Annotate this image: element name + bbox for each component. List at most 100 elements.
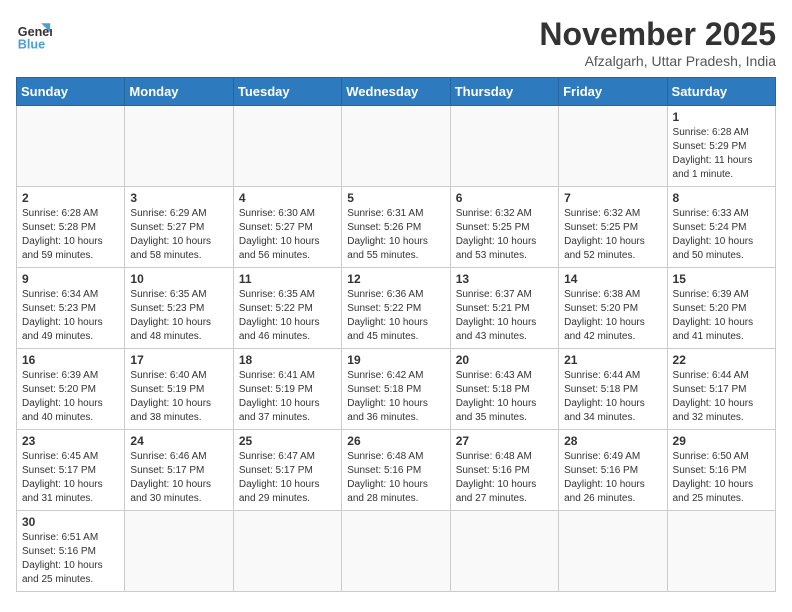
day-info: Sunrise: 6:44 AM Sunset: 5:18 PM Dayligh… xyxy=(564,369,661,425)
calendar-day-cell: 20Sunrise: 6:43 AM Sunset: 5:18 PM Dayli… xyxy=(450,349,558,430)
day-of-week-header: Friday xyxy=(559,78,667,106)
calendar-day-cell: 14 Sunrise: 6:38 AM Sunset: 5:20 PM Dayli… xyxy=(559,268,667,349)
day-info: Sunrise: 6:42 AM Sunset: 5:18 PM Dayligh… xyxy=(347,369,444,425)
calendar-day-cell: 18 Sunrise: 6:41 AM Sunset: 5:19 PM Dayli… xyxy=(233,349,341,430)
calendar-week-row: 1Sunrise: 6:28 AM Sunset: 5:29 PM Daylig… xyxy=(17,106,776,187)
day-info: Sunrise: 6:41 AM Sunset: 5:19 PM Dayligh… xyxy=(239,369,336,425)
day-info: Sunrise: 6:47 AM Sunset: 5:17 PM Dayligh… xyxy=(239,450,336,506)
calendar-week-row: 2 Sunrise: 6:28 AM Sunset: 5:28 PM Daylig… xyxy=(17,187,776,268)
day-info: Sunrise: 6:48 AM Sunset: 5:16 PM Dayligh… xyxy=(456,450,553,506)
day-number: 26 xyxy=(347,434,444,448)
day-info: Sunrise: 6:39 AM Sunset: 5:20 PM Dayligh… xyxy=(673,288,770,344)
day-number: 15 xyxy=(673,272,770,286)
day-info: Sunrise: 6:38 AM Sunset: 5:20 PM Dayligh… xyxy=(564,288,661,344)
calendar-header-row: SundayMondayTuesdayWednesdayThursdayFrid… xyxy=(17,78,776,106)
day-number: 11 xyxy=(239,272,336,286)
calendar-day-cell: 6 Sunrise: 6:32 AM Sunset: 5:25 PM Daylig… xyxy=(450,187,558,268)
day-number: 25 xyxy=(239,434,336,448)
calendar-week-row: 16 Sunrise: 6:39 AM Sunset: 5:20 PM Dayli… xyxy=(17,349,776,430)
calendar-day-cell: 13Sunrise: 6:37 AM Sunset: 5:21 PM Dayli… xyxy=(450,268,558,349)
day-info: Sunrise: 6:39 AM Sunset: 5:20 PM Dayligh… xyxy=(22,369,119,425)
day-number: 7 xyxy=(564,191,661,205)
calendar-day-cell: 1Sunrise: 6:28 AM Sunset: 5:29 PM Daylig… xyxy=(667,106,775,187)
calendar-day-cell: 12Sunrise: 6:36 AM Sunset: 5:22 PM Dayli… xyxy=(342,268,450,349)
day-info: Sunrise: 6:36 AM Sunset: 5:22 PM Dayligh… xyxy=(347,288,444,344)
day-of-week-header: Wednesday xyxy=(342,78,450,106)
day-number: 2 xyxy=(22,191,119,205)
day-number: 5 xyxy=(347,191,444,205)
day-number: 29 xyxy=(673,434,770,448)
calendar-day-cell: 28Sunrise: 6:49 AM Sunset: 5:16 PM Dayli… xyxy=(559,430,667,511)
logo: General Blue xyxy=(16,16,52,52)
day-number: 3 xyxy=(130,191,227,205)
day-info: Sunrise: 6:30 AM Sunset: 5:27 PM Dayligh… xyxy=(239,207,336,263)
day-info: Sunrise: 6:29 AM Sunset: 5:27 PM Dayligh… xyxy=(130,207,227,263)
day-number: 22 xyxy=(673,353,770,367)
day-number: 30 xyxy=(22,515,119,529)
calendar-day-cell: 9Sunrise: 6:34 AM Sunset: 5:23 PM Daylig… xyxy=(17,268,125,349)
calendar-day-cell: 16 Sunrise: 6:39 AM Sunset: 5:20 PM Dayli… xyxy=(17,349,125,430)
day-info: Sunrise: 6:35 AM Sunset: 5:23 PM Dayligh… xyxy=(130,288,227,344)
calendar-day-cell: 10 Sunrise: 6:35 AM Sunset: 5:23 PM Dayli… xyxy=(125,268,233,349)
calendar-day-cell xyxy=(125,106,233,187)
calendar-day-cell: 26Sunrise: 6:48 AM Sunset: 5:16 PM Dayli… xyxy=(342,430,450,511)
day-number: 13 xyxy=(456,272,553,286)
calendar-day-cell: 21 Sunrise: 6:44 AM Sunset: 5:18 PM Dayli… xyxy=(559,349,667,430)
calendar-day-cell: 11 Sunrise: 6:35 AM Sunset: 5:22 PM Dayli… xyxy=(233,268,341,349)
day-info: Sunrise: 6:49 AM Sunset: 5:16 PM Dayligh… xyxy=(564,450,661,506)
day-of-week-header: Thursday xyxy=(450,78,558,106)
day-number: 24 xyxy=(130,434,227,448)
day-number: 21 xyxy=(564,353,661,367)
day-number: 20 xyxy=(456,353,553,367)
day-info: Sunrise: 6:40 AM Sunset: 5:19 PM Dayligh… xyxy=(130,369,227,425)
day-number: 19 xyxy=(347,353,444,367)
calendar-day-cell: 7Sunrise: 6:32 AM Sunset: 5:25 PM Daylig… xyxy=(559,187,667,268)
day-info: Sunrise: 6:44 AM Sunset: 5:17 PM Dayligh… xyxy=(673,369,770,425)
calendar-day-cell: 22 Sunrise: 6:44 AM Sunset: 5:17 PM Dayli… xyxy=(667,349,775,430)
day-number: 6 xyxy=(456,191,553,205)
day-info: Sunrise: 6:33 AM Sunset: 5:24 PM Dayligh… xyxy=(673,207,770,263)
calendar-day-cell: 2 Sunrise: 6:28 AM Sunset: 5:28 PM Daylig… xyxy=(17,187,125,268)
day-number: 27 xyxy=(456,434,553,448)
day-info: Sunrise: 6:32 AM Sunset: 5:25 PM Dayligh… xyxy=(456,207,553,263)
calendar-day-cell: 27 Sunrise: 6:48 AM Sunset: 5:16 PM Dayli… xyxy=(450,430,558,511)
calendar-day-cell: 30Sunrise: 6:51 AM Sunset: 5:16 PM Dayli… xyxy=(17,511,125,592)
day-number: 4 xyxy=(239,191,336,205)
calendar-day-cell xyxy=(342,106,450,187)
logo-icon: General Blue xyxy=(16,16,52,52)
calendar-day-cell xyxy=(559,106,667,187)
day-info: Sunrise: 6:50 AM Sunset: 5:16 PM Dayligh… xyxy=(673,450,770,506)
calendar-table: SundayMondayTuesdayWednesdayThursdayFrid… xyxy=(16,77,776,592)
calendar-day-cell xyxy=(342,511,450,592)
day-number: 9 xyxy=(22,272,119,286)
calendar-day-cell: 25 Sunrise: 6:47 AM Sunset: 5:17 PM Dayli… xyxy=(233,430,341,511)
calendar-day-cell xyxy=(450,106,558,187)
svg-text:Blue: Blue xyxy=(18,37,45,51)
calendar-day-cell xyxy=(559,511,667,592)
day-info: Sunrise: 6:45 AM Sunset: 5:17 PM Dayligh… xyxy=(22,450,119,506)
calendar-day-cell: 3 Sunrise: 6:29 AM Sunset: 5:27 PM Daylig… xyxy=(125,187,233,268)
day-info: Sunrise: 6:35 AM Sunset: 5:22 PM Dayligh… xyxy=(239,288,336,344)
day-info: Sunrise: 6:28 AM Sunset: 5:28 PM Dayligh… xyxy=(22,207,119,263)
title-block: November 2025 Afzalgarh, Uttar Pradesh, … xyxy=(539,16,776,69)
calendar-day-cell: 29 Sunrise: 6:50 AM Sunset: 5:16 PM Dayli… xyxy=(667,430,775,511)
location-subtitle: Afzalgarh, Uttar Pradesh, India xyxy=(539,53,776,69)
calendar-day-cell xyxy=(17,106,125,187)
calendar-day-cell: 15 Sunrise: 6:39 AM Sunset: 5:20 PM Dayli… xyxy=(667,268,775,349)
day-of-week-header: Tuesday xyxy=(233,78,341,106)
calendar-day-cell xyxy=(667,511,775,592)
day-number: 10 xyxy=(130,272,227,286)
calendar-day-cell: 17Sunrise: 6:40 AM Sunset: 5:19 PM Dayli… xyxy=(125,349,233,430)
day-of-week-header: Monday xyxy=(125,78,233,106)
day-number: 14 xyxy=(564,272,661,286)
calendar-week-row: 23Sunrise: 6:45 AM Sunset: 5:17 PM Dayli… xyxy=(17,430,776,511)
day-of-week-header: Sunday xyxy=(17,78,125,106)
day-info: Sunrise: 6:31 AM Sunset: 5:26 PM Dayligh… xyxy=(347,207,444,263)
calendar-day-cell: 24Sunrise: 6:46 AM Sunset: 5:17 PM Dayli… xyxy=(125,430,233,511)
day-number: 18 xyxy=(239,353,336,367)
calendar-day-cell xyxy=(450,511,558,592)
day-number: 8 xyxy=(673,191,770,205)
calendar-day-cell: 4 Sunrise: 6:30 AM Sunset: 5:27 PM Daylig… xyxy=(233,187,341,268)
day-number: 16 xyxy=(22,353,119,367)
calendar-week-row: 30Sunrise: 6:51 AM Sunset: 5:16 PM Dayli… xyxy=(17,511,776,592)
